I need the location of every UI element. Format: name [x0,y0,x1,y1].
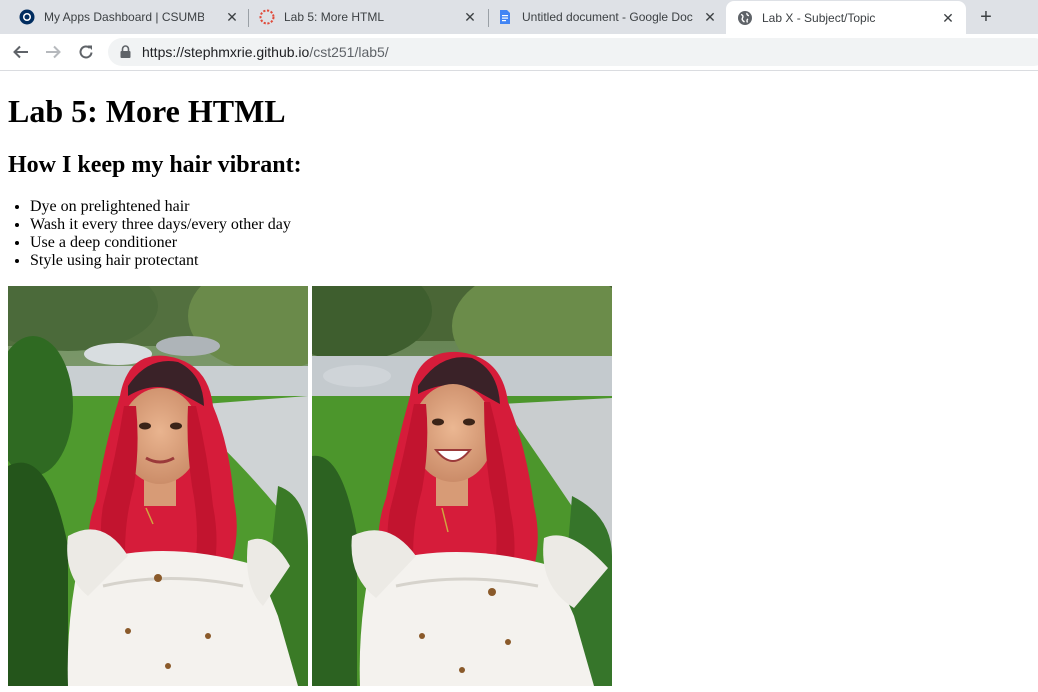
url-text[interactable]: https://stephmxrie.github.io/cst251/lab5… [142,44,389,60]
tab-title: Untitled document - Google Doc [522,10,693,24]
reload-icon[interactable] [77,43,95,61]
page-heading: Lab 5: More HTML [8,93,286,129]
close-tab-icon[interactable]: ✕ [462,9,478,25]
forward-arrow-icon[interactable] [44,43,62,61]
list-item: Dye on prelightened hair [30,198,291,216]
hair-photo-2 [312,286,612,686]
hair-photo-1 [8,286,308,686]
tab-my-apps-dashboard[interactable]: My Apps Dashboard | CSUMB ✕ [8,0,248,34]
url-path: /cst251/lab5/ [309,44,389,60]
close-tab-icon[interactable]: ✕ [702,9,718,25]
lock-icon[interactable] [120,45,131,58]
back-arrow-icon[interactable] [12,43,30,61]
google-docs-icon [500,10,510,24]
list-item: Use a deep conditioner [30,234,291,252]
url-host: https://stephmxrie.github.io [142,44,310,60]
close-tab-icon[interactable]: ✕ [940,10,956,26]
new-tab-plus-icon[interactable]: + [976,7,996,27]
tab-lab-5[interactable]: Lab 5: More HTML ✕ [248,0,488,34]
tab-google-doc[interactable]: Untitled document - Google Doc ✕ [486,0,726,34]
tab-strip: My Apps Dashboard | CSUMB ✕ Lab 5: More … [0,0,1038,34]
tab-lab-x-active[interactable]: Lab X - Subject/Topic ✕ [726,1,966,34]
list-item: Style using hair protectant [30,252,291,270]
tab-title: My Apps Dashboard | CSUMB [44,10,204,24]
globe-icon [738,11,752,25]
hair-tips-list: Dye on prelightened hair Wash it every t… [0,198,291,270]
tab-title: Lab X - Subject/Topic [762,11,876,25]
page-subheading: How I keep my hair vibrant: [8,152,302,178]
web-page-content: Lab 5: More HTML How I keep my hair vibr… [0,71,1038,692]
tab-title: Lab 5: More HTML [284,10,385,24]
list-item: Wash it every three days/every other day [30,216,291,234]
csumb-logo-icon [19,9,35,25]
loading-spinner-icon [259,9,275,25]
close-tab-icon[interactable]: ✕ [224,9,240,25]
